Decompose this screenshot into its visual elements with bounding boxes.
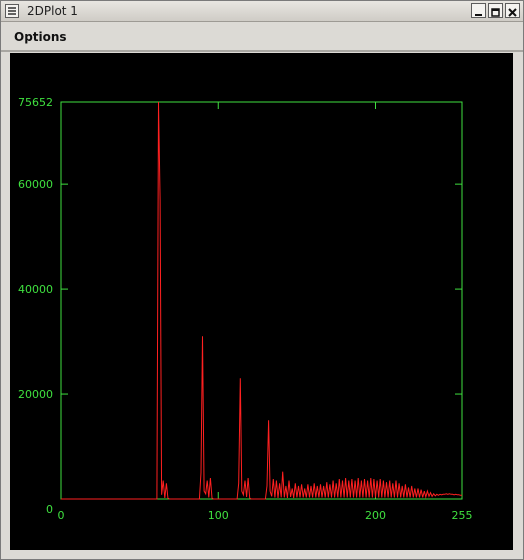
plot-border	[60, 101, 463, 500]
series-layer	[61, 101, 462, 500]
y-tick-label: 40000	[18, 283, 53, 296]
plot-frame	[60, 101, 463, 500]
plot-canvas[interactable]: 0 20000 40000 60000 75652 0 100 200 255	[10, 53, 513, 550]
y-tick-label: 20000	[18, 388, 53, 401]
title-bar[interactable]: 2DPlot 1	[1, 1, 523, 22]
menu-bar: Options	[1, 22, 523, 52]
y-axis: 0 20000 40000 60000 75652	[18, 96, 462, 516]
y-tick-label: 0	[46, 503, 53, 516]
close-icon	[508, 8, 517, 17]
x-tick-label: 200	[365, 509, 386, 522]
minimize-button[interactable]	[471, 3, 486, 18]
options-menu[interactable]: Options	[14, 30, 67, 44]
close-button[interactable]	[505, 3, 520, 18]
chart-svg: 0 20000 40000 60000 75652 0 100 200 255	[18, 96, 473, 522]
maximize-button[interactable]	[488, 3, 503, 18]
x-tick-label: 0	[58, 509, 65, 522]
y-tick-label: 75652	[18, 96, 53, 109]
series-line-0	[61, 101, 462, 500]
y-tick-label: 60000	[18, 178, 53, 191]
x-axis: 0 100 200 255	[58, 102, 473, 522]
window-menu-icon[interactable]	[5, 4, 19, 18]
x-tick-label: 100	[208, 509, 229, 522]
plot-window: 2DPlot 1 Options 0 20000 40000 60000 75652 0…	[0, 0, 524, 560]
x-tick-label: 255	[452, 509, 473, 522]
maximize-icon	[491, 8, 500, 17]
minimize-icon	[475, 14, 482, 16]
window-title: 2DPlot 1	[27, 4, 78, 18]
